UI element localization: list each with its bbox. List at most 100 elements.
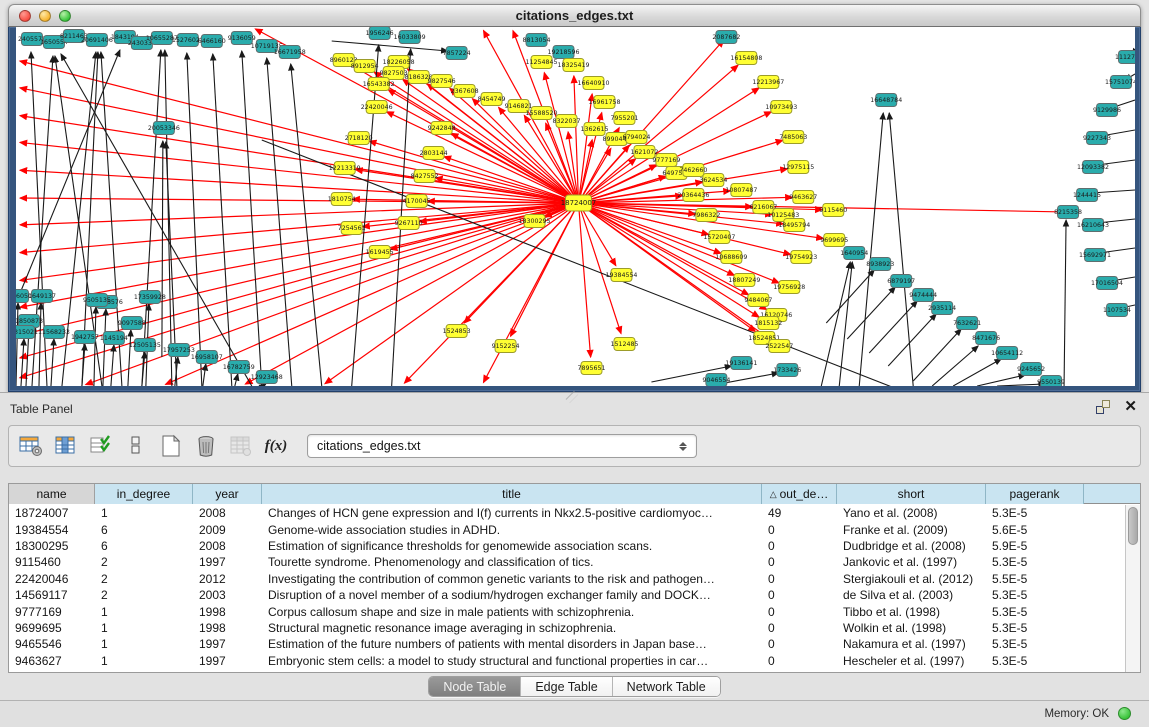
graph-node[interactable]: 16210643 [1077, 219, 1109, 232]
graph-edge[interactable] [165, 50, 172, 386]
graph-edge[interactable] [578, 203, 590, 357]
memory-ok-indicator[interactable] [1118, 707, 1131, 720]
graph-edge[interactable] [20, 170, 579, 203]
graph-edge[interactable] [20, 203, 579, 225]
table-cell[interactable]: 9463627 [9, 654, 95, 668]
graph-node[interactable]: 2087682 [712, 31, 740, 44]
vertical-scrollbar[interactable] [1125, 505, 1140, 672]
graph-node[interactable]: 6794024 [622, 131, 650, 144]
graph-node[interactable]: 16782759 [223, 361, 255, 374]
graph-node[interactable]: 19218596 [548, 46, 580, 59]
table-cell[interactable]: 14569117 [9, 588, 95, 602]
scrollbar-thumb[interactable] [1128, 507, 1138, 545]
table-cell[interactable]: 0 [762, 654, 837, 668]
table-cell[interactable]: Stergiakouli et al. (2012) [837, 572, 986, 586]
graph-node[interactable]: 9463627 [789, 191, 817, 204]
table-cell[interactable]: 0 [762, 637, 837, 651]
graph-node[interactable]: 10654112 [991, 347, 1023, 360]
graph-node[interactable]: 8813054 [523, 34, 551, 47]
graph-edge[interactable] [20, 203, 579, 253]
graph-node[interactable]: 1362615 [580, 123, 608, 136]
graph-edge[interactable] [332, 41, 448, 51]
table-cell[interactable]: 0 [762, 588, 837, 602]
graph-node[interactable]: 8471676 [972, 332, 1000, 345]
graph-edge[interactable] [242, 51, 262, 386]
tab-node-table[interactable]: Node Table [429, 677, 521, 696]
graph-node[interactable]: 8322037 [553, 115, 581, 128]
graph-node[interactable]: 19754923 [785, 251, 817, 264]
graph-edge[interactable] [16, 303, 18, 386]
table-select-dropdown[interactable]: citations_edges.txt [307, 434, 697, 458]
table-cell[interactable]: 5.6E-5 [986, 523, 1084, 537]
table-row[interactable]: 1830029562008Estimation of significance … [9, 538, 1124, 554]
table-cell[interactable]: Disruption of a novel member of a sodium… [262, 588, 762, 602]
row-selection-icon[interactable] [88, 433, 114, 459]
graph-node[interactable]: 1810754 [328, 193, 356, 206]
graph-node[interactable]: 12505135 [129, 339, 161, 352]
table-cell[interactable]: 5.3E-5 [986, 506, 1084, 520]
maximize-window-icon[interactable] [59, 10, 71, 22]
graph-edge[interactable] [21, 339, 24, 386]
delete-table-icon[interactable] [193, 433, 219, 459]
table-cell[interactable]: 1997 [193, 637, 262, 651]
column-header-year[interactable]: year [193, 484, 262, 504]
table-row[interactable]: 2242004622012Investigating the contribut… [9, 571, 1124, 587]
citation-network-graph[interactable]: 1872400724055721650554821146320691406184… [16, 27, 1135, 386]
table-cell[interactable]: Corpus callosum shape and size in male p… [262, 605, 762, 619]
graph-node[interactable]: 3624534 [699, 174, 727, 187]
graph-node[interactable]: 9777169 [652, 154, 680, 167]
window-titlebar[interactable]: citations_edges.txt [8, 4, 1141, 27]
table-cell[interactable]: Embryonic stem cells: a model to study s… [262, 654, 762, 668]
table-cell[interactable]: 5.3E-5 [986, 621, 1084, 635]
graph-node[interactable]: 7955201 [610, 112, 638, 125]
table-cell[interactable]: 1 [95, 637, 193, 651]
graph-node[interactable]: 1815132 [754, 317, 782, 330]
new-table-icon[interactable] [158, 433, 184, 459]
graph-edge[interactable] [245, 203, 578, 384]
graph-node[interactable]: 7986322 [692, 209, 720, 222]
graph-node[interactable]: 16961758 [588, 96, 620, 109]
graph-node[interactable]: 2718120 [345, 132, 373, 145]
rows-icon[interactable] [123, 433, 149, 459]
table-cell[interactable]: Wolkin et al. (1998) [837, 621, 986, 635]
graph-node[interactable]: 9484067 [744, 294, 772, 307]
table-cell[interactable]: 0 [762, 605, 837, 619]
table-cell[interactable]: 2008 [193, 506, 262, 520]
column-header-out_de[interactable]: △out_de… [762, 484, 837, 504]
float-panel-icon[interactable] [1096, 400, 1110, 414]
table-cell[interactable]: 1 [95, 654, 193, 668]
graph-edge[interactable] [267, 58, 292, 386]
graph-node[interactable]: 16648784 [870, 94, 902, 107]
table-cell[interactable]: Yano et al. (2008) [837, 506, 986, 520]
table-cell[interactable]: 19384554 [9, 523, 95, 537]
graph-node[interactable]: 12975115 [782, 161, 814, 174]
table-row[interactable]: 1872400712008Changes of HCN gene express… [9, 505, 1124, 521]
graph-node[interactable]: 17016504 [1091, 277, 1123, 290]
graph-edge[interactable] [578, 203, 615, 266]
table-cell[interactable]: 2 [95, 555, 193, 569]
graph-node[interactable]: 1619455 [366, 246, 394, 259]
graph-node[interactable]: 8454749 [478, 93, 506, 106]
graph-node[interactable]: 9242848 [428, 122, 456, 135]
table-cell[interactable]: Nakamura et al. (1997) [837, 637, 986, 651]
table-row[interactable]: 977716911998Corpus callosum shape and si… [9, 603, 1124, 619]
graph-node[interactable]: 9699695 [820, 234, 848, 247]
table-cell[interactable]: Jankovic et al. (1997) [837, 555, 986, 569]
table-cell[interactable]: 1997 [193, 555, 262, 569]
graph-node[interactable]: 19384554 [605, 269, 637, 282]
graph-node[interactable]: 4170045 [403, 195, 431, 208]
graph-node[interactable]: 11254845 [526, 56, 558, 69]
table-cell[interactable]: 5.9E-5 [986, 539, 1084, 553]
graph-node[interactable]: 20053346 [148, 122, 180, 135]
table-cell[interactable]: de Silva et al. (2003) [837, 588, 986, 602]
graph-node[interactable]: 16640910 [577, 77, 609, 90]
graph-node[interactable]: 10973493 [765, 101, 797, 114]
column-header-name[interactable]: name [9, 484, 95, 504]
graph-node[interactable]: 6466160 [198, 35, 226, 48]
graph-edge[interactable] [94, 307, 96, 386]
graph-node[interactable]: 12213967 [752, 76, 784, 89]
table-cell[interactable]: Tibbo et al. (1998) [837, 605, 986, 619]
graph-edge[interactable] [187, 53, 202, 386]
graph-node[interactable]: 10807487 [725, 184, 757, 197]
graph-node[interactable]: 12093382 [1077, 161, 1109, 174]
